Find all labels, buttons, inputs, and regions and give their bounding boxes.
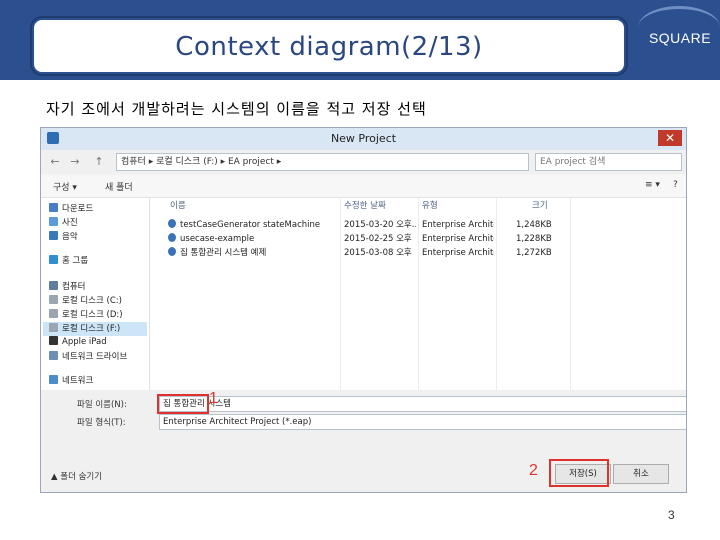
- nav-item-drive-f[interactable]: 로컬 디스크 (F:): [43, 322, 147, 336]
- file-row[interactable]: 집 통합관리 시스템 예제 2015-03-08 오후 Enterprise A…: [150, 246, 686, 260]
- ipad-icon: [49, 336, 58, 345]
- file-type-select[interactable]: Enterprise Architect Project (*.eap): [159, 414, 686, 430]
- homegroup-icon: [49, 255, 58, 264]
- drive-icon: [49, 295, 58, 304]
- computer-icon: [49, 281, 58, 290]
- address-bar[interactable]: 컴퓨터 ▸ 로컬 디스크 (F:) ▸ EA project ▸: [116, 153, 529, 171]
- file-row[interactable]: testCaseGenerator stateMachine 2015-03-2…: [150, 218, 686, 232]
- title-box: Context diagram(2/13): [32, 18, 626, 74]
- nav-item-drive-c[interactable]: 로컬 디스크 (C:): [49, 294, 122, 308]
- file-list: 이름 수정한 날짜 유형 크기 testCaseGenerator stateM…: [150, 198, 686, 390]
- nav-item-computer[interactable]: 컴퓨터: [49, 280, 85, 294]
- address-row: ← → ↑ 컴퓨터 ▸ 로컬 디스크 (F:) ▸ EA project ▸ E…: [41, 150, 686, 174]
- dialog-title: New Project: [330, 132, 397, 145]
- organize-menu[interactable]: 구성 ▾: [53, 180, 77, 193]
- slide-title: Context diagram(2/13): [175, 32, 483, 62]
- ea-file-icon: [168, 233, 176, 242]
- nav-item-ipad[interactable]: Apple iPad: [49, 336, 107, 350]
- brand-logo: SQUARE: [648, 30, 712, 46]
- file-row[interactable]: usecase-example 2015-02-25 오후 Enterprise…: [150, 232, 686, 246]
- nav-item-drive-d[interactable]: 로컬 디스크 (D:): [49, 308, 123, 322]
- highlight-save-button: [549, 459, 609, 487]
- network-icon: [49, 375, 58, 384]
- marker-1: 1: [209, 390, 218, 407]
- music-icon: [49, 231, 58, 240]
- forward-arrow-icon[interactable]: →: [67, 154, 83, 170]
- network-drive-icon: [49, 351, 58, 360]
- up-arrow-icon[interactable]: ↑: [91, 154, 107, 170]
- column-header-date[interactable]: 수정한 날짜: [344, 198, 386, 214]
- nav-item-downloads[interactable]: 다운로드: [49, 202, 93, 216]
- nav-item-music[interactable]: 음악: [49, 230, 78, 244]
- dialog-toolbar: 구성 ▾ 새 폴더 ≡ ▾ ?: [41, 175, 686, 198]
- column-header-type[interactable]: 유형: [422, 198, 438, 214]
- ea-file-icon: [168, 219, 176, 228]
- column-header-size[interactable]: 크기: [532, 198, 548, 214]
- back-arrow-icon[interactable]: ←: [47, 154, 63, 170]
- navigation-pane: 다운로드 사진 음악 홈 그룹 컴퓨터 로컬 디스크 (C:) 로컬 디스크 (…: [41, 198, 150, 390]
- help-icon[interactable]: ?: [673, 180, 678, 190]
- slide-subtitle: 자기 조에서 개발하려는 시스템의 이름을 적고 저장 선택: [46, 100, 427, 118]
- nav-item-homegroup[interactable]: 홈 그룹: [49, 254, 88, 268]
- file-name-label: 파일 이름(N):: [77, 400, 127, 410]
- new-project-dialog: New Project ✕ ← → ↑ 컴퓨터 ▸ 로컬 디스크 (F:) ▸ …: [40, 127, 687, 493]
- nav-item-network-drive[interactable]: 네트워크 드라이브: [49, 350, 127, 364]
- cancel-button[interactable]: 취소: [613, 464, 669, 484]
- column-header-name[interactable]: 이름: [170, 198, 186, 214]
- chevron-up-icon: ▲: [51, 472, 61, 482]
- file-type-label: 파일 형식(T):: [77, 418, 126, 428]
- ea-file-icon: [168, 247, 176, 256]
- page-number: 3: [668, 508, 675, 522]
- nav-item-network[interactable]: 네트워크: [49, 374, 93, 388]
- download-icon: [49, 203, 58, 212]
- pictures-icon: [49, 217, 58, 226]
- dialog-titlebar: New Project ✕: [41, 128, 686, 150]
- drive-icon: [49, 309, 58, 318]
- hide-folders-toggle[interactable]: ▲ 폴더 숨기기: [51, 470, 102, 482]
- marker-2: 2: [529, 462, 538, 479]
- nav-item-pictures[interactable]: 사진: [49, 216, 78, 230]
- new-folder-button[interactable]: 새 폴더: [105, 180, 133, 193]
- search-input[interactable]: EA project 검색: [535, 153, 682, 171]
- drive-icon: [49, 323, 58, 332]
- view-options-icon[interactable]: ≡ ▾: [645, 180, 660, 190]
- close-icon[interactable]: ✕: [658, 130, 682, 146]
- highlight-file-name: [157, 394, 209, 414]
- save-panel: 파일 이름(N): 집 통합관리 시스템 1 파일 형식(T): Enterpr…: [41, 390, 686, 492]
- file-name-input[interactable]: 집 통합관리 시스템: [159, 396, 686, 412]
